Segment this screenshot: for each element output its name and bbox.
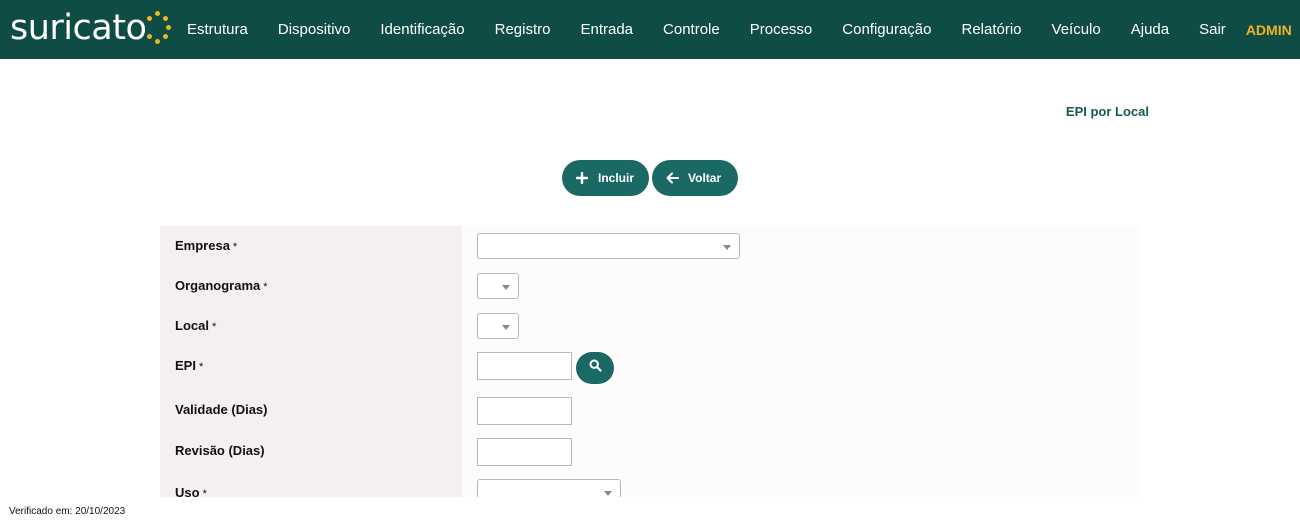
epi-local-form: Empresa * Organograma * Local * EPI * Valida… xyxy=(160,226,1140,497)
action-toolbar: Incluir Voltar xyxy=(562,160,738,196)
local-select[interactable] xyxy=(477,313,519,339)
menu-estrutura[interactable]: Estrutura xyxy=(187,21,248,38)
menu-registro[interactable]: Registro xyxy=(495,21,551,38)
epi-search-button[interactable] xyxy=(576,352,614,384)
required-mark: * xyxy=(232,241,238,253)
menu-processo[interactable]: Processo xyxy=(750,21,813,38)
epi-input[interactable] xyxy=(477,352,572,380)
incluir-button[interactable]: Incluir xyxy=(562,160,649,196)
voltar-label: Voltar xyxy=(688,171,722,185)
form-row-epi: EPI * xyxy=(160,346,1140,389)
top-navbar: suricato Estrutura Dispositivo Identific… xyxy=(0,0,1300,59)
uso-select[interactable] xyxy=(477,479,621,497)
user-admin-label[interactable]: ADMIN xyxy=(1246,22,1292,38)
form-row-empresa: Empresa * xyxy=(160,226,1140,266)
epi-label: EPI * xyxy=(175,358,203,373)
voltar-button[interactable]: Voltar xyxy=(652,160,738,196)
validade-label: Validade (Dias) xyxy=(175,402,268,417)
menu-sair[interactable]: Sair xyxy=(1199,21,1226,38)
logo-dots-icon xyxy=(147,8,172,48)
arrow-left-icon xyxy=(664,172,680,184)
menu-identificacao[interactable]: Identificação xyxy=(380,21,464,38)
incluir-label: Incluir xyxy=(598,171,635,185)
menu-veiculo[interactable]: Veículo xyxy=(1052,21,1101,38)
epi-label-text: EPI xyxy=(175,358,196,373)
required-mark: * xyxy=(202,488,207,497)
plus-icon xyxy=(574,172,590,184)
revisao-input[interactable] xyxy=(477,438,572,466)
menu-dispositivo[interactable]: Dispositivo xyxy=(278,21,351,38)
menu-ajuda[interactable]: Ajuda xyxy=(1131,21,1169,38)
dropdown-caret-icon xyxy=(502,285,510,290)
menu-configuracao[interactable]: Configuração xyxy=(842,21,931,38)
form-row-revisao: Revisão (Dias) xyxy=(160,430,1140,471)
required-mark: * xyxy=(211,321,217,333)
local-label: Local * xyxy=(175,318,216,333)
local-label-text: Local xyxy=(175,318,209,333)
form-row-local: Local * xyxy=(160,306,1140,346)
dropdown-caret-icon xyxy=(604,491,612,496)
menu-entrada[interactable]: Entrada xyxy=(580,21,633,38)
required-mark: * xyxy=(198,361,204,373)
uso-label-text: Uso xyxy=(175,485,200,497)
required-mark: * xyxy=(263,281,268,293)
main-menu: Estrutura Dispositivo Identificação Regi… xyxy=(187,0,1300,59)
page-title: EPI por Local xyxy=(1065,104,1149,119)
form-row-uso: Uso * xyxy=(160,471,1140,497)
empresa-select[interactable] xyxy=(477,233,740,259)
search-icon xyxy=(588,359,602,377)
empresa-label-text: Empresa xyxy=(175,238,230,253)
dropdown-caret-icon xyxy=(502,325,510,330)
menu-relatorio[interactable]: Relatório xyxy=(962,21,1022,38)
validade-input[interactable] xyxy=(477,397,572,425)
organograma-label-text: Organograma xyxy=(175,278,261,293)
verified-date: Verificado em: 20/10/2023 xyxy=(9,506,126,517)
organograma-select[interactable] xyxy=(477,273,519,299)
menu-controle[interactable]: Controle xyxy=(663,21,720,38)
uso-label: Uso * xyxy=(175,485,207,497)
logo-text: suricato xyxy=(10,8,147,48)
suricato-logo[interactable]: suricato xyxy=(10,8,172,48)
organograma-label: Organograma * xyxy=(175,278,268,293)
form-row-organograma: Organograma * xyxy=(160,266,1140,306)
dropdown-caret-icon xyxy=(723,245,731,250)
empresa-label: Empresa * xyxy=(175,238,237,253)
form-row-validade: Validade (Dias) xyxy=(160,389,1140,430)
revisao-label: Revisão (Dias) xyxy=(175,443,265,458)
